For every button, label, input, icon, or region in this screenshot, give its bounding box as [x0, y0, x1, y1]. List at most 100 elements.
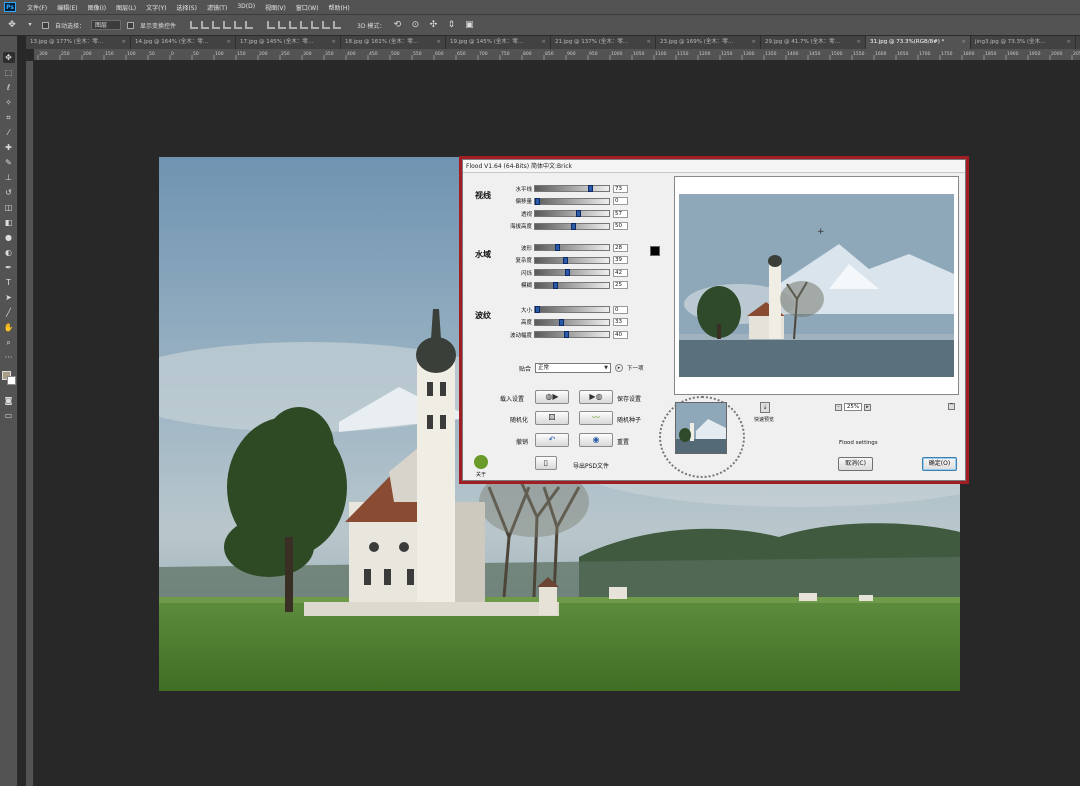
chevron-down-icon[interactable]: ▾ [24, 19, 36, 31]
slider-handle[interactable] [576, 210, 582, 217]
background-color-swatch[interactable] [6, 376, 16, 385]
distribute-hcenter-icon[interactable] [311, 21, 320, 29]
zoom-in-button[interactable]: ▸ [864, 403, 871, 411]
blend-mode-dropdown[interactable]: 正常 ▼ [535, 363, 611, 373]
menu-item[interactable]: 3D(D) [232, 3, 260, 12]
close-icon[interactable]: × [541, 36, 546, 49]
align-left-icon[interactable] [223, 21, 232, 29]
history-brush-tool-icon[interactable]: ↺ [3, 187, 15, 198]
clone-stamp-tool-icon[interactable]: ⊥ [3, 172, 15, 183]
screen-mode-icon[interactable]: ▭ [3, 410, 15, 421]
distribute-top-icon[interactable] [267, 21, 276, 29]
menu-item[interactable]: 图像(I) [83, 3, 111, 12]
preview-panel[interactable]: + [674, 176, 959, 395]
type-tool-icon[interactable]: T [3, 277, 15, 288]
fast-preview-toggle[interactable]: ⇣ [760, 402, 770, 413]
document-tab[interactable]: 23.jpg @ 169% (全木：零… × [656, 36, 761, 49]
close-icon[interactable]: × [961, 36, 966, 49]
zoom-value[interactable]: 25% [844, 403, 862, 411]
move-tool-icon[interactable]: ✥ [2, 52, 15, 63]
ok-button[interactable]: 确定(O) [922, 457, 957, 471]
eraser-tool-icon[interactable]: ◫ [3, 202, 15, 213]
slider-handle[interactable] [535, 306, 540, 313]
slider-value-field[interactable]: 0 [613, 305, 628, 314]
slider-track[interactable] [534, 331, 610, 338]
close-icon[interactable]: × [331, 36, 336, 49]
slider-track[interactable] [534, 318, 610, 326]
3d-scale-icon[interactable]: ▣ [463, 19, 475, 31]
document-tab[interactable]: 18.jpg @ 161% (全木：零… × [341, 36, 446, 49]
slider-handle[interactable] [571, 222, 576, 230]
export-psd-button[interactable]: ▯ [535, 456, 557, 470]
auto-align-icon[interactable] [333, 21, 342, 29]
close-icon[interactable]: × [436, 36, 441, 49]
canvas-area[interactable]: Flood V1.64 (64-Bits) 简体中文:Brick 视线 水域 波… [34, 61, 1080, 786]
slider-handle[interactable] [565, 269, 571, 276]
expand-icon[interactable]: ^ [948, 403, 955, 410]
slider-value-field[interactable]: 73 [613, 184, 628, 193]
marquee-tool-icon[interactable]: ⬚ [3, 67, 15, 78]
slider-track[interactable] [534, 210, 610, 217]
close-icon[interactable]: × [1066, 36, 1071, 49]
reset-button[interactable]: ◉ [579, 433, 613, 447]
align-hcenter-icon[interactable] [234, 21, 243, 29]
distribute-vcenter-icon[interactable] [278, 21, 287, 29]
close-icon[interactable]: × [121, 36, 126, 49]
align-top-icon[interactable] [190, 21, 199, 29]
save-settings-button[interactable]: ▶◍ [579, 390, 613, 404]
slider-value-field[interactable]: 28 [613, 243, 628, 252]
auto-select-checkbox[interactable] [42, 21, 49, 29]
document-tab[interactable]: 29.jpg @ 41.7% (全木：零… × [761, 36, 866, 49]
move-tool-icon[interactable]: ✥ [6, 19, 18, 31]
slider-track[interactable] [534, 256, 610, 264]
align-bottom-icon[interactable] [212, 21, 221, 29]
3d-pan-icon[interactable]: ✣ [427, 19, 439, 31]
lasso-tool-icon[interactable]: ℓ [3, 82, 15, 93]
document-tab[interactable]: 31.jpg @ 73.3%(RGB/8#) * × [866, 36, 971, 49]
blur-tool-icon[interactable]: ● [3, 232, 15, 243]
menu-item[interactable]: 视图(V) [260, 3, 291, 12]
zoom-tool-icon[interactable]: ⌕ [3, 337, 15, 348]
align-right-icon[interactable] [245, 21, 254, 29]
slider-value-field[interactable]: 40 [613, 330, 628, 339]
align-vcenter-icon[interactable] [201, 21, 210, 29]
close-icon[interactable]: × [646, 36, 651, 49]
menu-item[interactable]: 编辑(E) [52, 3, 82, 12]
menu-item[interactable]: 窗口(W) [291, 3, 324, 12]
document-tab[interactable]: 17.jpg @ 145% (全木：零… × [236, 36, 341, 49]
menu-item[interactable]: 帮助(H) [324, 3, 355, 12]
brush-tool-icon[interactable]: ✎ [3, 157, 15, 168]
crop-tool-icon[interactable]: ⌗ [3, 112, 15, 123]
color-swatches[interactable] [1, 371, 16, 385]
preset-thumbnail[interactable] [675, 402, 727, 454]
water-color-swatch[interactable] [650, 246, 660, 256]
hand-tool-icon[interactable]: ✋ [3, 322, 15, 333]
slider-track[interactable] [534, 269, 610, 276]
3d-orbit-icon[interactable]: ⟲ [391, 19, 403, 31]
document-tab[interactable]: jing3.jpg @ 73.3% (全木… × [971, 36, 1076, 49]
slider-value-field[interactable]: 57 [613, 209, 628, 218]
zoom-out-button[interactable]: – [835, 403, 842, 411]
load-settings-button[interactable]: ◍▶ [535, 390, 569, 404]
slider-track[interactable] [534, 306, 610, 313]
eyedropper-tool-icon[interactable]: ⁄ [3, 127, 15, 138]
menu-item[interactable]: 文字(Y) [141, 3, 171, 12]
slider-handle[interactable] [553, 281, 558, 289]
undo-button[interactable]: ↶ [535, 433, 569, 447]
slider-value-field[interactable]: 33 [613, 318, 628, 326]
slider-track[interactable] [534, 197, 610, 205]
slider-handle[interactable] [535, 197, 540, 205]
3d-slide-icon[interactable]: ⇕ [445, 19, 457, 31]
randomize-dice-button[interactable]: ⚄ [535, 411, 569, 425]
close-icon[interactable]: × [226, 36, 231, 49]
document-tab[interactable]: 21.jpg @ 137% (全木：零… × [551, 36, 656, 49]
slider-handle[interactable] [563, 331, 569, 338]
document-tab[interactable]: 14.jpg @ 164% (全木：零… × [131, 36, 236, 49]
close-icon[interactable]: × [856, 36, 861, 49]
next-item-button[interactable]: ▸ [615, 364, 623, 372]
slider-track[interactable] [534, 244, 610, 251]
distribute-bottom-icon[interactable] [289, 21, 298, 29]
slider-handle[interactable] [558, 318, 564, 326]
slider-value-field[interactable]: 25 [613, 281, 628, 289]
slider-value-field[interactable]: 42 [613, 268, 628, 277]
